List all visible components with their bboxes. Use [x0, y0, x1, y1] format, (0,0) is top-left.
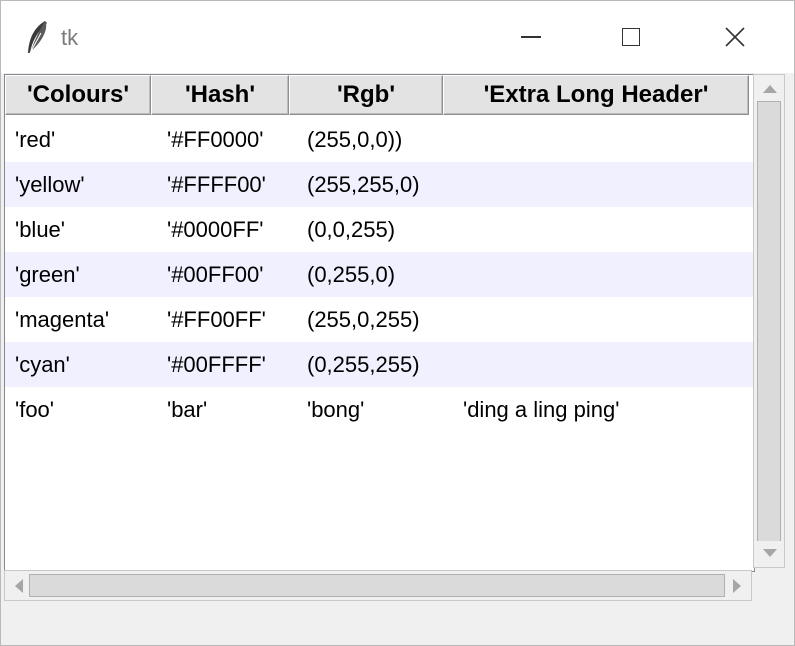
cell-rgb: (0,255,255)	[307, 351, 420, 377]
cell-rgb: 'bong'	[307, 396, 365, 422]
cell-rgb: (255,0,0))	[307, 126, 403, 152]
cell-extra	[453, 252, 753, 297]
cell-colour: 'yellow'	[15, 171, 85, 197]
cell-colour: 'magenta'	[15, 306, 110, 332]
column-header-extra-long[interactable]: 'Extra Long Header'	[443, 75, 749, 115]
scroll-left-button[interactable]	[7, 573, 31, 599]
cell-extra	[453, 162, 753, 207]
cell-colour: 'foo'	[15, 396, 54, 422]
window-title: tk	[61, 25, 79, 50]
cell-rgb: (255,0,255)	[307, 306, 420, 332]
arrow-left-icon	[15, 579, 23, 593]
column-header-hash[interactable]: 'Hash'	[151, 75, 289, 115]
minimize-button[interactable]	[479, 1, 583, 73]
arrow-right-icon	[733, 579, 741, 593]
close-button[interactable]	[683, 1, 787, 73]
cell-hash: '#00FFFF'	[167, 351, 266, 377]
cell-extra	[453, 207, 753, 252]
table-row[interactable]: 'magenta' '#FF00FF' (255,0,255)	[5, 297, 754, 342]
cell-extra	[453, 297, 753, 342]
table-row[interactable]: 'foo' 'bar' 'bong' 'ding a ling ping'	[5, 387, 754, 432]
scroll-right-button[interactable]	[725, 573, 749, 599]
table-row[interactable]: 'blue' '#0000FF' (0,0,255)	[5, 207, 754, 252]
table-row[interactable]: 'yellow' '#FFFF00' (255,255,0)	[5, 162, 754, 207]
cell-colour: 'red'	[15, 126, 56, 152]
scroll-up-button[interactable]	[756, 77, 783, 101]
close-icon	[725, 27, 745, 47]
horizontal-scrollbar[interactable]	[4, 570, 752, 601]
feather-icon	[28, 21, 47, 56]
cell-hash: '#FFFF00'	[167, 171, 266, 197]
cell-hash: '#FF0000'	[167, 126, 264, 152]
minimize-icon	[521, 36, 541, 38]
column-header-rgb[interactable]: 'Rgb'	[289, 75, 443, 115]
vertical-scrollbar[interactable]	[753, 74, 785, 568]
column-header-colours[interactable]: 'Colours'	[5, 75, 151, 115]
horizontal-scroll-thumb[interactable]	[29, 574, 725, 597]
cell-hash: 'bar'	[167, 396, 208, 422]
maximize-button[interactable]	[579, 1, 683, 73]
title-bar[interactable]: tk	[1, 1, 794, 73]
cell-rgb: (0,0,255)	[307, 216, 396, 242]
scroll-down-button[interactable]	[756, 541, 783, 565]
cell-hash: '#0000FF'	[167, 216, 264, 242]
app-window: tk 'Colours' 'Hash' 'Rgb' 'Extra Long He…	[0, 0, 795, 646]
cell-extra	[453, 342, 753, 387]
maximize-icon	[622, 28, 640, 46]
cell-colour: 'blue'	[15, 216, 65, 242]
cell-extra: 'ding a ling ping'	[463, 396, 620, 422]
cell-colour: 'cyan'	[15, 351, 70, 377]
cell-colour: 'green'	[15, 261, 80, 287]
arrow-up-icon	[762, 85, 777, 93]
cell-hash: '#FF00FF'	[167, 306, 266, 332]
treeview-table[interactable]: 'Colours' 'Hash' 'Rgb' 'Extra Long Heade…	[4, 74, 755, 572]
arrow-down-icon	[762, 549, 777, 557]
table-row[interactable]: 'green' '#00FF00' (0,255,0)	[5, 252, 754, 297]
vertical-scroll-thumb[interactable]	[757, 101, 781, 543]
cell-rgb: (255,255,0)	[307, 171, 420, 197]
header-row: 'Colours' 'Hash' 'Rgb' 'Extra Long Heade…	[5, 75, 749, 117]
table-row[interactable]: 'cyan' '#00FFFF' (0,255,255)	[5, 342, 754, 387]
cell-extra	[453, 117, 753, 162]
table-row[interactable]: 'red' '#FF0000' (255,0,0))	[5, 117, 754, 162]
cell-rgb: (0,255,0)	[307, 261, 396, 287]
cell-hash: '#00FF00'	[167, 261, 264, 287]
